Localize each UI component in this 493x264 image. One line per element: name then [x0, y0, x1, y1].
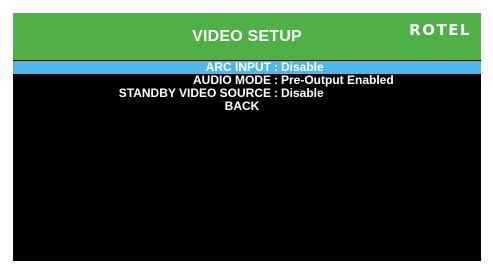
settings-menu: ARC INPUT : Disable AUDIO MODE : Pre-Out… [13, 61, 481, 113]
header-bar: VIDEO SETUP ROTEL [13, 13, 481, 60]
osd-screen: VIDEO SETUP ROTEL ARC INPUT : Disable AU… [13, 13, 481, 261]
menu-item-separator: : [274, 86, 278, 100]
brand-logo: ROTEL [409, 21, 471, 39]
menu-item-value: Disable [281, 86, 324, 100]
menu-item-back[interactable]: BACK [13, 100, 481, 113]
back-button-label: BACK [224, 99, 260, 113]
